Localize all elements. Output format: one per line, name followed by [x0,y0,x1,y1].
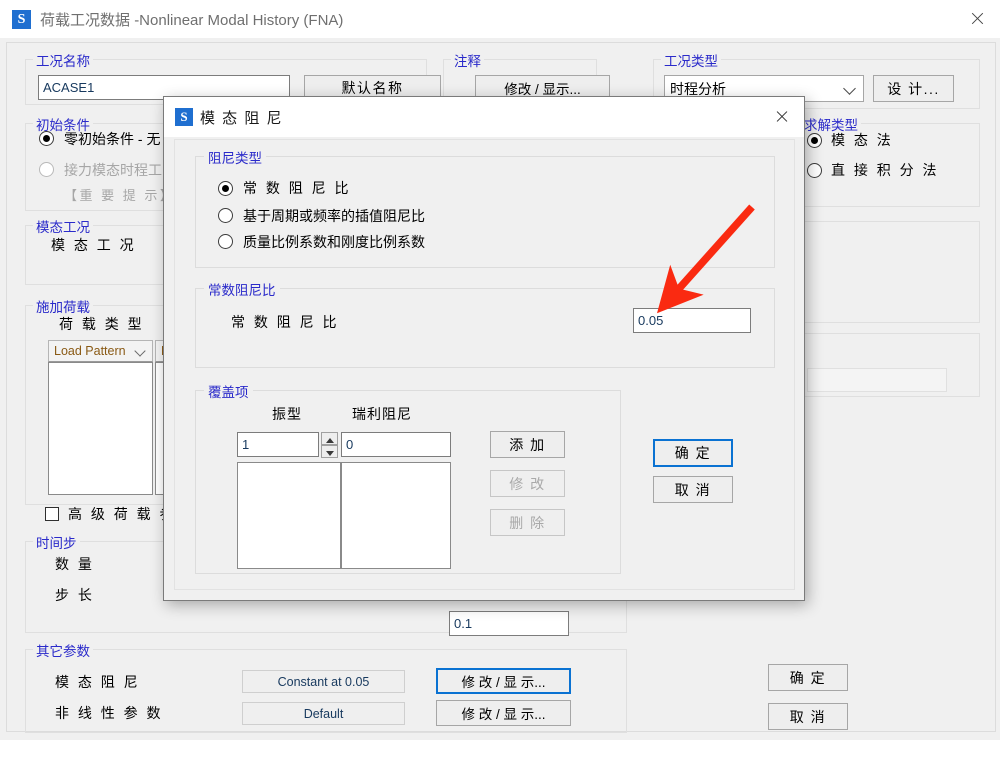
dialog-title: 模 态 阻 尼 [200,110,284,127]
time-step-size-label: 步 长 [55,587,95,603]
overrides-modify-button[interactable]: 修 改 [490,470,565,497]
dialog-body: 阻尼类型 常 数 阻 尼 比 基于周期或频率的插值阻尼比 质量比例系数和刚度比例… [174,139,795,590]
overrides-mode-spinner[interactable] [321,432,338,458]
chevron-down-icon [843,81,856,95]
close-icon[interactable] [954,0,1000,38]
overrides-mode-column-label: 振型 [272,406,302,422]
group-overrides-legend: 覆盖项 [204,381,253,401]
modal-damping-value: Constant at 0.05 [242,670,405,693]
dialog-cancel-button[interactable]: 取 消 [653,476,733,503]
damping-type-interpolated-label: 基于周期或频率的插值阻尼比 [243,208,425,224]
spinner-up-icon[interactable] [321,432,338,445]
right-readonly-field [807,368,947,392]
damping-type-interpolated-radio[interactable] [218,208,233,223]
group-time-step-legend: 时间步 [33,532,80,552]
sap2000-s-icon: S [12,10,31,29]
overrides-rayleigh-column-label: 瑞利阻尼 [352,406,412,422]
overrides-add-button[interactable]: 添 加 [490,431,565,458]
main-ok-button[interactable]: 确 定 [768,664,848,691]
constant-damping-ratio-label: 常 数 阻 尼 比 [231,314,340,330]
constant-damping-ratio-input[interactable]: 0.05 [633,308,751,333]
modal-case-label: 模 态 工 况 [51,237,137,253]
main-window-title-cn: 荷载工况数据 [40,12,131,29]
time-step-size-input[interactable]: 0.1 [449,611,569,636]
solution-type-modal-label: 模 态 法 [831,132,894,148]
initial-condition-zero-label: 零初始条件 - 无 [64,131,161,147]
modal-damping-dialog: S 模 态 阻 尼 阻尼类型 常 数 阻 尼 比 基于周期或频率的插值阻尼比 质… [163,96,805,601]
group-damping-type-legend: 阻尼类型 [204,147,266,167]
overrides-mode-listbox[interactable] [237,462,341,569]
group-applied-loads-legend: 施加荷载 [33,296,93,316]
overrides-mode-input[interactable]: 1 [237,432,319,457]
main-cancel-button[interactable]: 取 消 [768,703,848,730]
overrides-delete-button[interactable]: 删 除 [490,509,565,536]
spinner-down-icon[interactable] [321,445,338,458]
group-case-name-legend: 工况名称 [33,50,93,70]
initial-condition-continue-radio[interactable] [39,162,54,177]
overrides-rayleigh-input[interactable]: 0 [341,432,451,457]
damping-type-constant-radio[interactable] [218,181,233,196]
damping-type-constant-label: 常 数 阻 尼 比 [243,180,352,196]
design-button[interactable]: 设 计... [873,75,954,102]
damping-type-proportional-radio[interactable] [218,234,233,249]
nonlinear-params-modify-show-button[interactable]: 修 改 / 显 示... [436,700,571,726]
modal-damping-label: 模 态 阻 尼 [55,674,141,690]
chevron-down-icon [134,345,146,357]
main-window-title-en: -Nonlinear Modal History (FNA) [134,12,344,29]
group-modal-case-legend: 模态工况 [33,216,93,236]
modal-damping-modify-show-button[interactable]: 修 改 / 显 示... [436,668,571,694]
initial-condition-zero-radio[interactable] [39,131,54,146]
load-pattern-listbox[interactable] [48,362,153,495]
dialog-ok-button[interactable]: 确 定 [653,439,733,467]
solution-type-direct-label: 直 接 积 分 法 [831,162,940,178]
damping-type-proportional-label: 质量比例系数和刚度比例系数 [243,234,425,250]
nonlinear-params-label: 非 线 性 参 数 [55,705,164,721]
load-pattern-column-label: Load Pattern [54,344,126,358]
time-step-count-label: 数 量 [55,556,95,572]
advanced-load-params-label: 高 级 荷 载 参 [68,506,177,522]
initial-condition-continue-label: 接力模态时程工 [64,162,162,178]
sap2000-s-icon: S [175,108,193,126]
group-constant-damping-legend: 常数阻尼比 [204,279,280,299]
group-right-spacer-a [793,221,980,323]
screen-root: S 荷载工况数据 -Nonlinear Modal History (FNA) … [0,0,1000,764]
group-notes-legend: 注释 [451,50,484,70]
dialog-titlebar: S 模 态 阻 尼 [164,97,804,137]
overrides-rayleigh-listbox[interactable] [341,462,451,569]
advanced-load-params-checkbox[interactable] [45,507,59,521]
load-pattern-column-header[interactable]: Load Pattern [48,340,153,362]
applied-loads-header-label: 荷 载 类 型 [59,316,145,332]
main-window-title: 荷载工况数据 -Nonlinear Modal History (FNA) [40,9,343,30]
solution-type-direct-radio[interactable] [807,163,822,178]
nonlinear-params-value: Default [242,702,405,725]
close-icon[interactable] [762,99,802,135]
main-titlebar: S 荷载工况数据 -Nonlinear Modal History (FNA) [0,0,1000,39]
group-other-params-legend: 其它参数 [33,640,93,660]
group-case-type-legend: 工况类型 [661,50,721,70]
solution-type-modal-radio[interactable] [807,133,822,148]
